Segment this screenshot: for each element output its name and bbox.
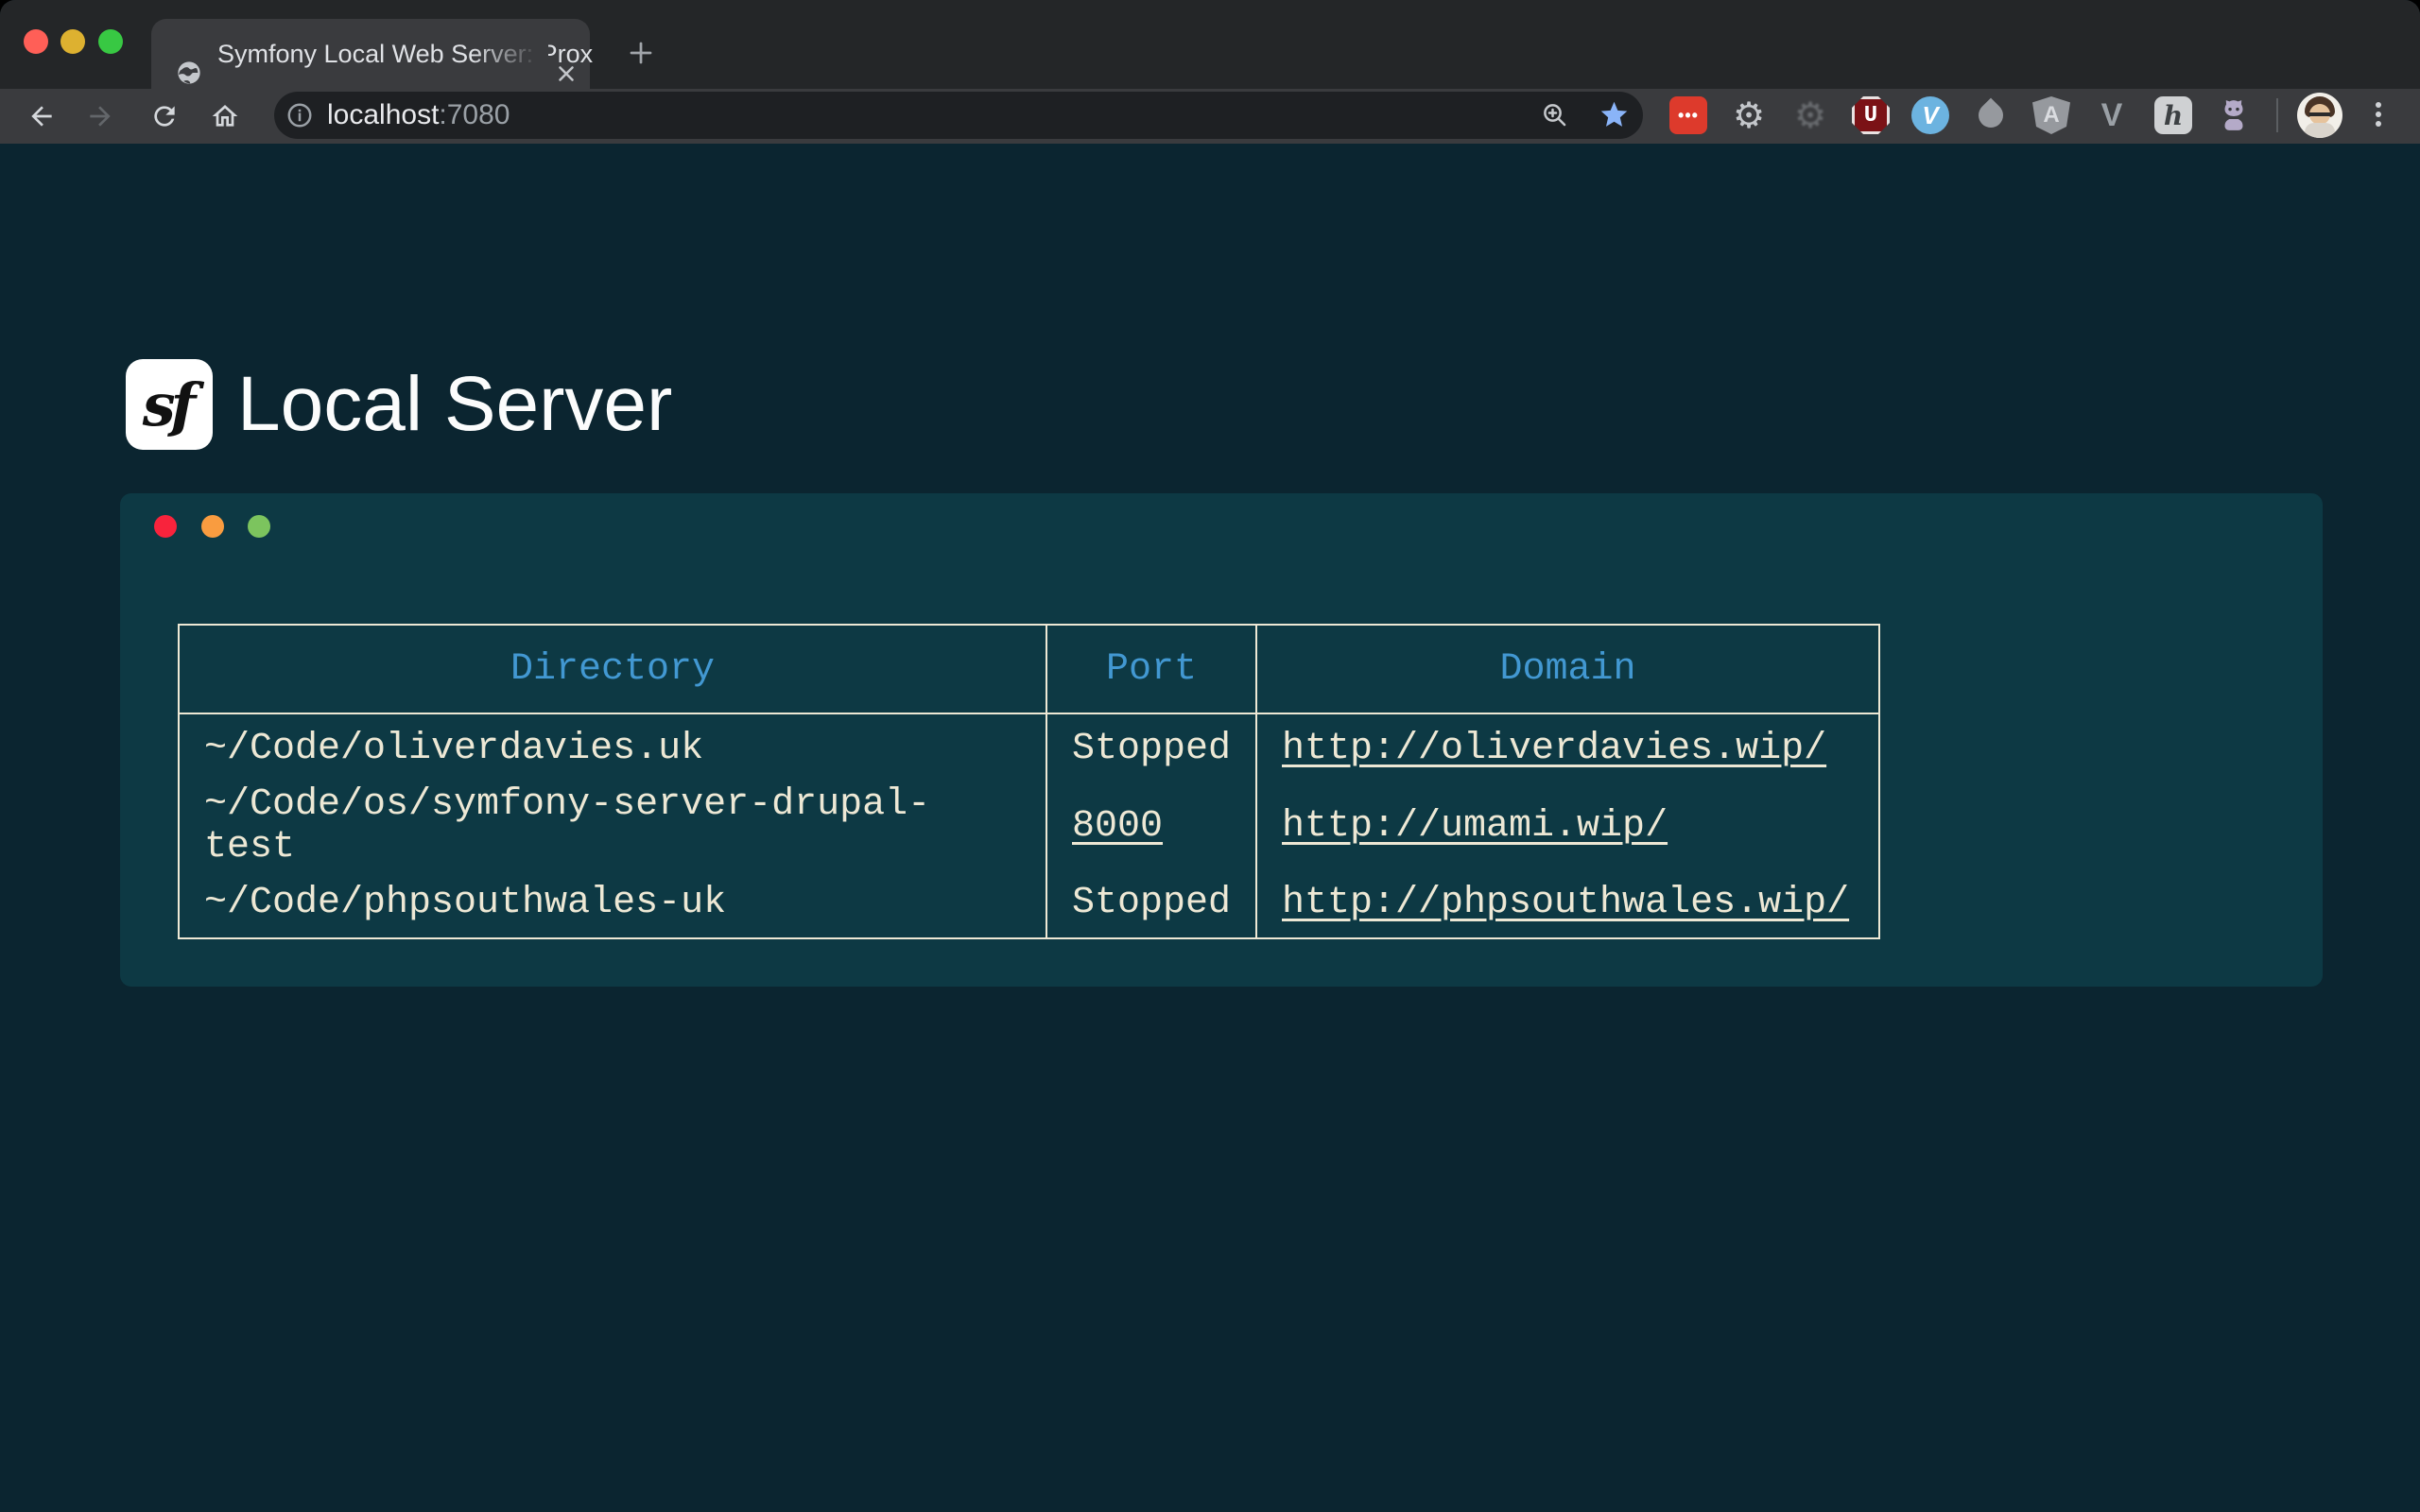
port-status-cell: 8000 [1046, 783, 1256, 868]
page-info-icon[interactable] [285, 101, 314, 129]
forward-button[interactable] [85, 101, 115, 131]
terminal-card: Directory Port Domain ~/Code/oliverdavie… [120, 493, 2323, 987]
table-row: ~/Code/os/symfony-server-drupal-test 800… [179, 783, 1879, 868]
url-host: localhost [327, 99, 439, 130]
directory-cell: ~/Code/phpsouthwales-uk [179, 868, 1046, 938]
port-status-cell: Stopped [1046, 713, 1256, 783]
symfony-sf-glyph: sf [143, 370, 197, 439]
domain-link[interactable]: http://oliverdavies.wip/ [1282, 728, 1826, 770]
url-port: :7080 [439, 99, 510, 130]
domain-cell: http://phpsouthwales.wip/ [1256, 868, 1879, 938]
url-text: localhost:7080 [327, 89, 510, 142]
zoom-level-icon[interactable] [1541, 101, 1569, 129]
ublock-extension-icon[interactable]: U [1852, 96, 1890, 134]
window-minimize-button[interactable] [60, 29, 85, 54]
domain-cell: http://oliverdavies.wip/ [1256, 713, 1879, 783]
port-link[interactable]: 8000 [1072, 805, 1163, 848]
new-tab-button[interactable] [627, 39, 655, 67]
card-red-dot [154, 515, 177, 538]
tab-title-fade [473, 19, 548, 89]
window-zoom-button[interactable] [98, 29, 123, 54]
page-title: Local Server [237, 360, 672, 449]
card-green-dot [248, 515, 270, 538]
toolbar-divider [2276, 98, 2278, 132]
page-content: sf Local Server Directory Port Domain [0, 144, 2420, 1512]
reload-button[interactable] [149, 101, 180, 131]
server-table: Directory Port Domain ~/Code/oliverdavie… [178, 624, 1880, 939]
home-button[interactable] [210, 101, 240, 131]
tab-title: Symfony Local Web Server: Prox [217, 19, 690, 89]
browser-menu-button[interactable] [2371, 98, 2386, 132]
vue-extension-icon[interactable]: V [2093, 96, 2131, 134]
globe-favicon-icon [176, 60, 202, 86]
table-row: ~/Code/phpsouthwales-uk Stopped http://p… [179, 868, 1879, 938]
browser-window: Symfony Local Web Server: Prox localhost… [0, 0, 2420, 1512]
github-octocat-icon[interactable] [2215, 96, 2253, 134]
blue-v-extension-icon[interactable]: V [1911, 96, 1949, 134]
window-close-button[interactable] [24, 29, 48, 54]
symfony-logo: sf [126, 359, 213, 450]
column-header-port: Port [1046, 625, 1256, 713]
gear-dim-extension-icon[interactable]: ⚙ [1791, 96, 1829, 134]
table-row: ~/Code/oliverdavies.uk Stopped http://ol… [179, 713, 1879, 783]
tab-strip: Symfony Local Web Server: Prox [0, 0, 2420, 89]
browser-tab[interactable]: Symfony Local Web Server: Prox [151, 19, 590, 89]
domain-link[interactable]: http://umami.wip/ [1282, 805, 1668, 848]
bookmark-star-icon[interactable] [1599, 99, 1630, 130]
drupal-droplet-icon [1974, 98, 2009, 133]
domain-cell: http://umami.wip/ [1256, 783, 1879, 868]
domain-link[interactable]: http://phpsouthwales.wip/ [1282, 882, 1849, 924]
column-header-domain: Domain [1256, 625, 1879, 713]
directory-cell: ~/Code/os/symfony-server-drupal-test [179, 783, 1046, 868]
lastpass-extension-icon[interactable]: ••• [1669, 96, 1707, 134]
drupal-extension-icon[interactable] [1972, 96, 2010, 134]
column-header-directory: Directory [179, 625, 1046, 713]
brand-header: sf Local Server [126, 359, 672, 450]
h-extension-icon[interactable]: h [2154, 96, 2192, 134]
table-header-row: Directory Port Domain [179, 625, 1879, 713]
profile-avatar[interactable] [2297, 93, 2342, 138]
gear-extension-icon[interactable]: ⚙ [1730, 96, 1768, 134]
card-orange-dot [201, 515, 224, 538]
back-button[interactable] [26, 101, 57, 131]
port-status-cell: Stopped [1046, 868, 1256, 938]
directory-cell: ~/Code/oliverdavies.uk [179, 713, 1046, 783]
tab-close-icon[interactable] [554, 61, 579, 86]
